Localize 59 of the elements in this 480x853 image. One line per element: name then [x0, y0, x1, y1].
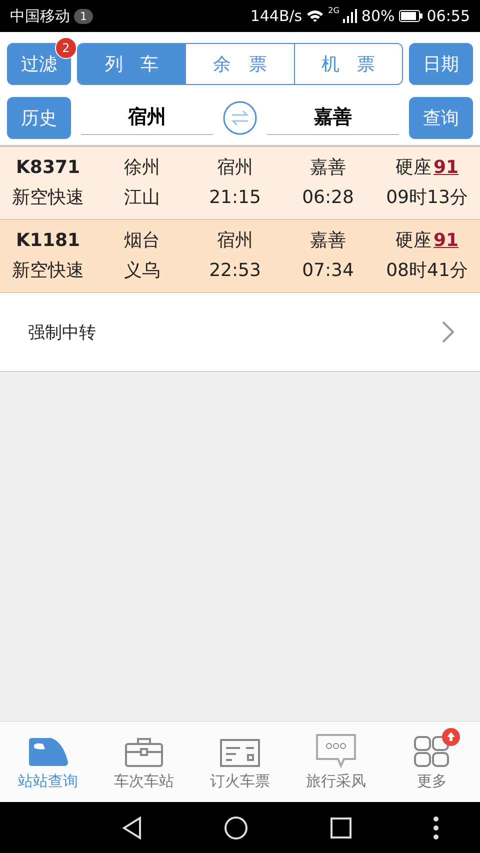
train-row[interactable]: K8371 徐州 宿州 嘉善 硬座91 新空快速 江山 21:15 06:28 09时13分	[0, 147, 480, 220]
transfer-item[interactable]: 强制中转	[0, 293, 480, 372]
history-button[interactable]: 历史	[7, 96, 71, 138]
back-icon[interactable]	[120, 816, 143, 840]
tab[interactable]: 列 车	[78, 44, 186, 84]
more-options-icon[interactable]	[433, 816, 440, 840]
recents-icon[interactable]	[330, 816, 352, 838]
train-number: K8371	[14, 156, 82, 180]
origin-station: 烟台	[123, 229, 161, 253]
from-station: 宿州	[216, 229, 254, 253]
date-button[interactable]: 日期	[409, 43, 473, 85]
clock: 06:55	[426, 7, 470, 25]
nav-tab[interactable]: 站站查询	[0, 722, 96, 802]
departure-time: 22:53	[208, 259, 262, 283]
seat-count[interactable]: 91	[433, 157, 459, 178]
nav-tab[interactable]: 旅行采风	[288, 722, 384, 802]
carrier-text: 中国移动	[10, 6, 70, 26]
train-type: 新空快速	[11, 259, 85, 283]
network-type: 2G	[328, 6, 340, 15]
arrival-time: 07:34	[301, 259, 355, 283]
train-icon	[27, 736, 69, 768]
grid-icon	[414, 736, 450, 768]
train-type: 新空快速	[11, 186, 85, 210]
origin-station: 徐州	[123, 156, 161, 180]
chevron-right-icon	[442, 321, 454, 343]
to-station: 嘉善	[309, 156, 347, 180]
seat-count[interactable]: 91	[433, 230, 459, 251]
wifi-icon	[306, 9, 324, 23]
chat-bubble-icon	[316, 734, 356, 768]
briefcase-icon	[124, 736, 164, 768]
signal-icon	[343, 9, 358, 23]
transfer-label: 强制中转	[28, 322, 96, 344]
battery-icon	[398, 10, 423, 22]
departure-station-field[interactable]: 宿州	[81, 100, 213, 135]
nav-tab[interactable]: 更多	[384, 722, 480, 802]
arrival-station-field[interactable]: 嘉善	[267, 100, 399, 135]
to-station: 嘉善	[309, 229, 347, 253]
train-number: K1181	[14, 229, 82, 253]
battery-percent: 80%	[361, 7, 395, 25]
terminus-station: 义乌	[123, 259, 161, 283]
seat-type: 硬座	[395, 157, 432, 178]
ticket-icon	[220, 738, 260, 768]
notification-count: 1	[74, 8, 93, 24]
seat-type: 硬座	[395, 230, 432, 251]
from-station: 宿州	[216, 156, 254, 180]
train-row[interactable]: K1181 烟台 宿州 嘉善 硬座91 新空快速 义乌 22:53 07:34 08时41分	[0, 220, 480, 293]
home-icon[interactable]	[224, 816, 248, 840]
nav-tab[interactable]: 订火车票	[192, 722, 288, 802]
departure-time: 21:15	[208, 186, 262, 210]
filter-badge: 2	[55, 37, 77, 59]
swap-icon[interactable]	[223, 100, 257, 134]
nav-tab[interactable]: 车次车站	[96, 722, 192, 802]
duration: 08时41分	[385, 259, 469, 283]
network-speed: 144B/s	[250, 7, 302, 25]
terminus-station: 江山	[123, 186, 161, 210]
tab[interactable]: 机 票	[294, 44, 402, 84]
duration: 09时13分	[385, 186, 469, 210]
query-button[interactable]: 查询	[409, 96, 473, 138]
arrival-time: 06:28	[301, 186, 355, 210]
